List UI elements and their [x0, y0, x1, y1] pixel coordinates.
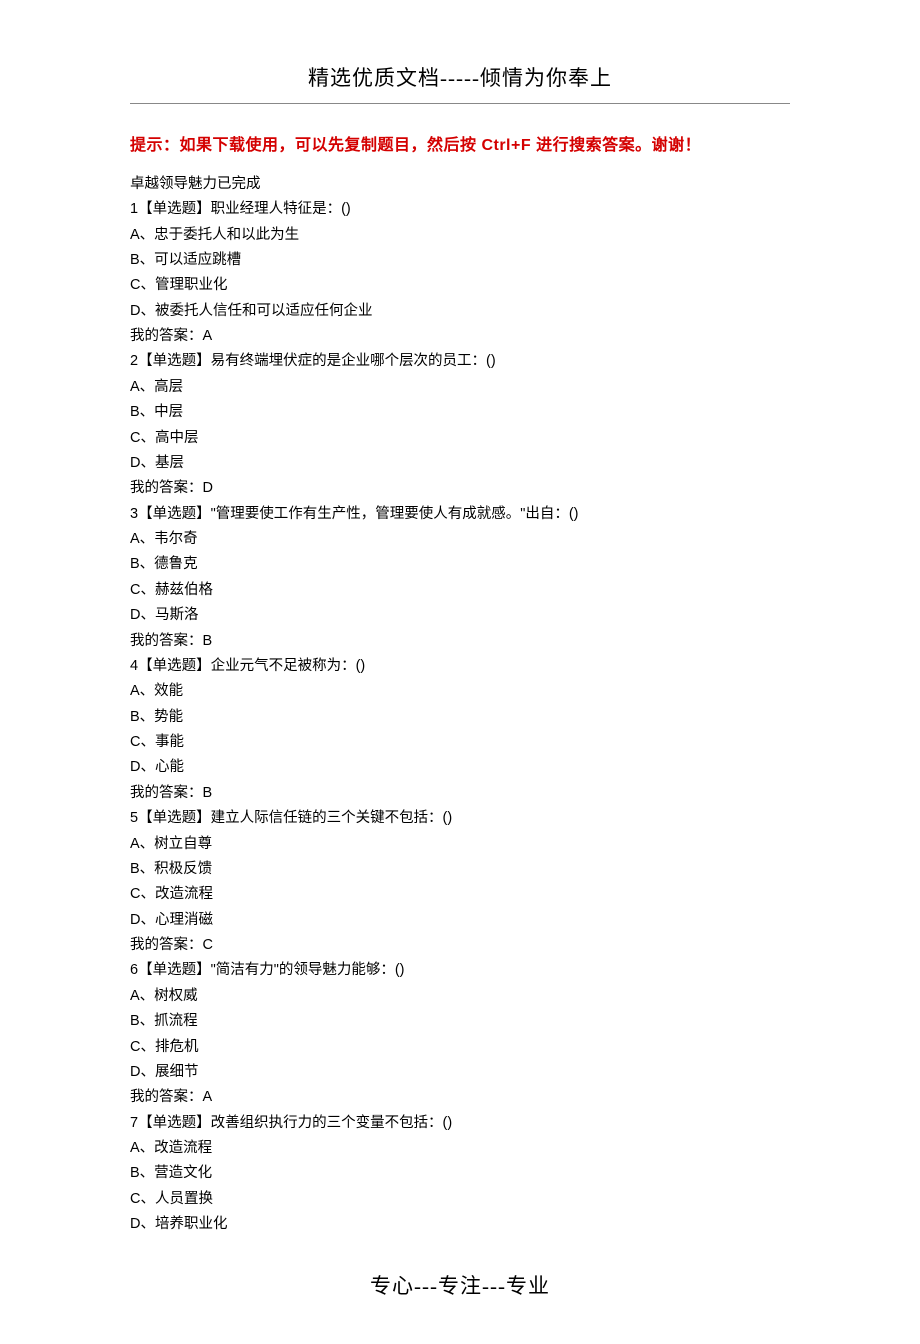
question-option: B、德鲁克	[130, 552, 790, 577]
question-answer: 我的答案：A	[130, 1085, 790, 1110]
question-answer: 我的答案：B	[130, 781, 790, 806]
intro-line: 卓越领导魅力已完成	[130, 172, 790, 197]
question-answer: 我的答案：A	[130, 324, 790, 349]
page-footer: 专心---专注---专业	[130, 1268, 790, 1305]
question-option: D、被委托人信任和可以适应任何企业	[130, 299, 790, 324]
question-block: 4【单选题】企业元气不足被称为：()A、效能B、势能C、事能D、心能我的答案：B	[130, 654, 790, 806]
question-answer: 我的答案：D	[130, 476, 790, 501]
question-option: A、高层	[130, 375, 790, 400]
question-option: D、马斯洛	[130, 603, 790, 628]
question-block: 1【单选题】职业经理人特征是：()A、忠于委托人和以此为生B、可以适应跳槽C、管…	[130, 197, 790, 349]
question-title: 1【单选题】职业经理人特征是：()	[130, 197, 790, 222]
question-option: A、改造流程	[130, 1136, 790, 1161]
question-answer: 我的答案：C	[130, 933, 790, 958]
question-option: A、忠于委托人和以此为生	[130, 223, 790, 248]
page-header: 精选优质文档-----倾情为你奉上	[130, 60, 790, 97]
question-option: D、展细节	[130, 1060, 790, 1085]
question-option: B、积极反馈	[130, 857, 790, 882]
question-block: 3【单选题】"管理要使工作有生产性，管理要使人有成就感。"出自：()A、韦尔奇B…	[130, 502, 790, 654]
question-title: 4【单选题】企业元气不足被称为：()	[130, 654, 790, 679]
question-option: D、培养职业化	[130, 1212, 790, 1237]
question-option: A、效能	[130, 679, 790, 704]
questions-container: 1【单选题】职业经理人特征是：()A、忠于委托人和以此为生B、可以适应跳槽C、管…	[130, 197, 790, 1237]
question-option: C、赫兹伯格	[130, 578, 790, 603]
question-title: 3【单选题】"管理要使工作有生产性，管理要使人有成就感。"出自：()	[130, 502, 790, 527]
question-option: A、树立自尊	[130, 832, 790, 857]
question-option: B、营造文化	[130, 1161, 790, 1186]
question-option: D、基层	[130, 451, 790, 476]
question-block: 7【单选题】改善组织执行力的三个变量不包括：()A、改造流程B、营造文化C、人员…	[130, 1111, 790, 1238]
question-block: 6【单选题】"简洁有力"的领导魅力能够：()A、树权威B、抓流程C、排危机D、展…	[130, 958, 790, 1110]
question-option: C、人员置换	[130, 1187, 790, 1212]
question-block: 2【单选题】易有终端埋伏症的是企业哪个层次的员工：()A、高层B、中层C、高中层…	[130, 349, 790, 501]
question-option: C、排危机	[130, 1035, 790, 1060]
question-option: C、改造流程	[130, 882, 790, 907]
hint-text: 提示：如果下载使用，可以先复制题目，然后按 Ctrl+F 进行搜索答案。谢谢！	[130, 132, 790, 160]
question-option: B、中层	[130, 400, 790, 425]
question-title: 5【单选题】建立人际信任链的三个关键不包括：()	[130, 806, 790, 831]
question-option: A、树权威	[130, 984, 790, 1009]
question-option: B、可以适应跳槽	[130, 248, 790, 273]
question-option: A、韦尔奇	[130, 527, 790, 552]
header-underline	[130, 103, 790, 104]
question-block: 5【单选题】建立人际信任链的三个关键不包括：()A、树立自尊B、积极反馈C、改造…	[130, 806, 790, 958]
question-option: C、事能	[130, 730, 790, 755]
question-title: 7【单选题】改善组织执行力的三个变量不包括：()	[130, 1111, 790, 1136]
question-option: C、管理职业化	[130, 273, 790, 298]
question-answer: 我的答案：B	[130, 629, 790, 654]
question-title: 2【单选题】易有终端埋伏症的是企业哪个层次的员工：()	[130, 349, 790, 374]
question-option: D、心能	[130, 755, 790, 780]
question-option: B、势能	[130, 705, 790, 730]
question-option: B、抓流程	[130, 1009, 790, 1034]
question-title: 6【单选题】"简洁有力"的领导魅力能够：()	[130, 958, 790, 983]
question-option: C、高中层	[130, 426, 790, 451]
question-option: D、心理消磁	[130, 908, 790, 933]
